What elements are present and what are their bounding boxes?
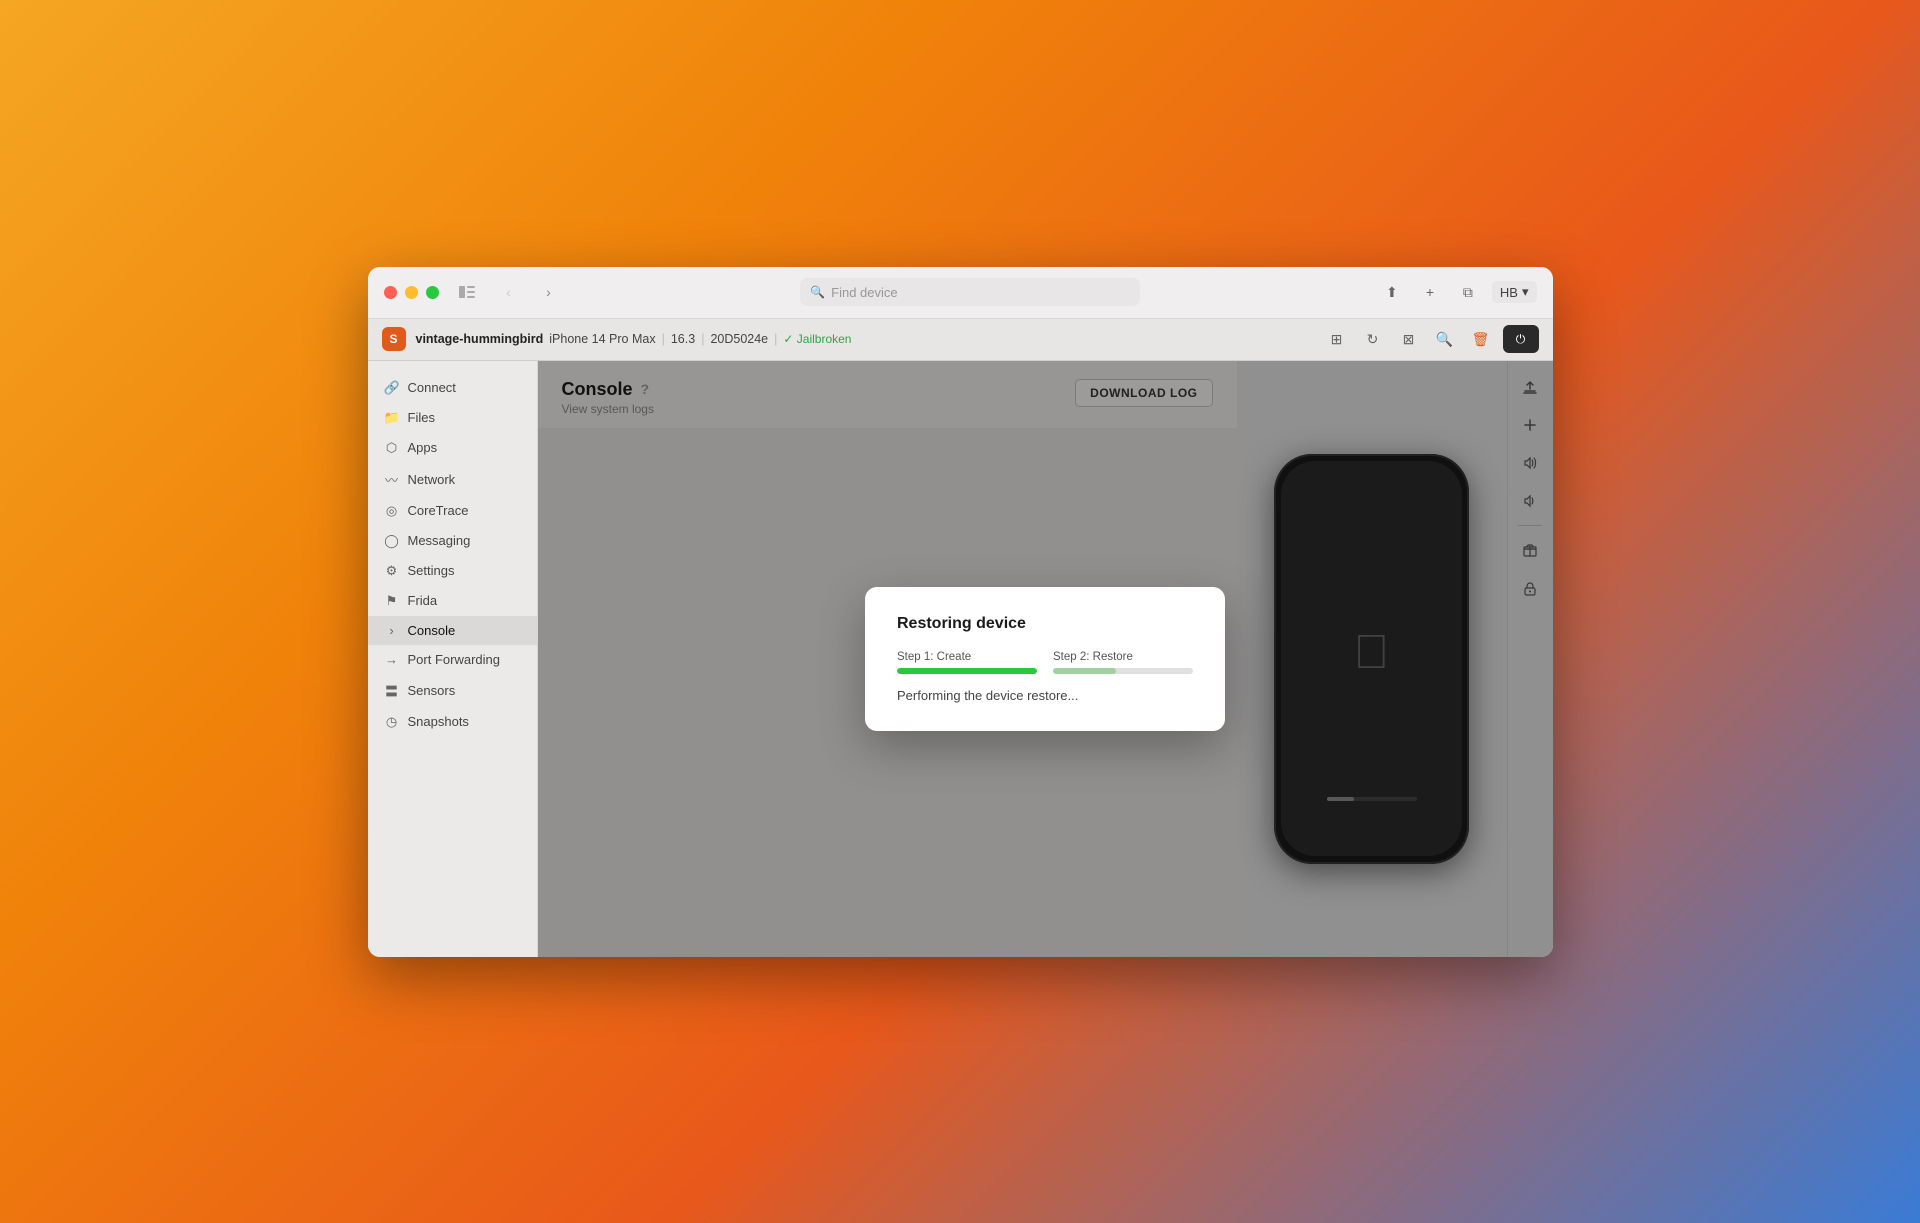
device-avatar: S (382, 327, 406, 351)
files-icon: 📁 (384, 410, 400, 426)
fullscreen-button[interactable] (426, 286, 439, 299)
modal-step-1: Step 1: Create (897, 651, 1037, 674)
step2-progress-fill (1053, 668, 1116, 674)
modal-steps: Step 1: Create Step 2: Restore (897, 651, 1193, 674)
forward-button[interactable]: › (535, 278, 563, 306)
modal-status-text: Performing the device restore... (897, 688, 1193, 703)
sidebar-item-label: Files (408, 410, 435, 425)
sidebar-item-label: Apps (408, 440, 438, 455)
messaging-icon: ◯ (384, 533, 400, 549)
device-model: iPhone 14 Pro Max (549, 332, 655, 346)
device-remove-button[interactable]: 🗑 (1467, 325, 1495, 353)
titlebar-actions: ⬆ + ⧉ HB ▾ (1378, 278, 1537, 306)
connect-icon: 🔗 (384, 380, 400, 396)
sidebar-item-frida[interactable]: ⚑ Frida (368, 586, 537, 616)
device-name: vintage-hummingbird (416, 332, 544, 346)
device-bar-actions: ⊞ ↻ ⊠ 🔍 🗑 ⏻ (1323, 325, 1539, 353)
sidebar: 🔗 Connect 📁 Files ⬡ Apps 〰 Network ◎ Cor… (368, 361, 538, 957)
sidebar-item-label: Network (408, 472, 456, 487)
device-delete-button[interactable]: ⊠ (1395, 325, 1423, 353)
share-button[interactable]: ⬆ (1378, 278, 1406, 306)
sidebar-item-console[interactable]: › Console (368, 616, 537, 645)
duplicate-button[interactable]: ⧉ (1454, 278, 1482, 306)
sidebar-item-label: Frida (408, 593, 438, 608)
snapshots-icon: ◷ (384, 714, 400, 730)
sidebar-item-connect[interactable]: 🔗 Connect (368, 373, 537, 403)
device-id: 20D5024e (710, 332, 768, 346)
close-button[interactable] (384, 286, 397, 299)
user-initials: HB (1500, 285, 1518, 300)
step2-progress-bar (1053, 668, 1193, 674)
device-info: vintage-hummingbird iPhone 14 Pro Max | … (416, 332, 852, 346)
sidebar-item-label: Messaging (408, 533, 471, 548)
titlebar: ‹ › 🔍 ⬆ + ⧉ HB ▾ (368, 267, 1553, 319)
sidebar-item-network[interactable]: 〰 Network (368, 463, 537, 496)
sidebar-item-settings[interactable]: ⚙ Settings (368, 556, 537, 586)
modal-overlay: Restoring device Step 1: Create Step 2: … (538, 361, 1553, 957)
sidebar-item-label: Port Forwarding (408, 652, 500, 667)
device-refresh-button[interactable]: ↻ (1359, 325, 1387, 353)
sidebar-item-messaging[interactable]: ◯ Messaging (368, 526, 537, 556)
search-bar: 🔍 (575, 278, 1366, 306)
sidebar-item-files[interactable]: 📁 Files (368, 403, 537, 433)
device-screenshot-button[interactable]: ⊞ (1323, 325, 1351, 353)
sidebar-item-snapshots[interactable]: ◷ Snapshots (368, 707, 537, 737)
modal-step-2: Step 2: Restore (1053, 651, 1193, 674)
search-input-wrap[interactable]: 🔍 (800, 278, 1140, 306)
search-icon: 🔍 (810, 285, 825, 299)
sidebar-item-label: Settings (408, 563, 455, 578)
network-icon: 〰 (384, 470, 400, 489)
step1-progress-bar (897, 668, 1037, 674)
device-os: 16.3 (671, 332, 695, 346)
port-forwarding-icon: → (384, 652, 400, 667)
sidebar-item-label: Snapshots (408, 714, 469, 729)
sidebar-item-label: Connect (408, 380, 456, 395)
add-tab-button[interactable]: + (1416, 278, 1444, 306)
user-menu[interactable]: HB ▾ (1492, 281, 1537, 303)
coretrace-icon: ◎ (384, 503, 400, 519)
step1-label: Step 1: Create (897, 651, 1037, 663)
sidebar-item-port-forwarding[interactable]: → Port Forwarding (368, 645, 537, 674)
minimize-button[interactable] (405, 286, 418, 299)
search-input[interactable] (831, 285, 1130, 300)
sidebar-item-label: Console (408, 623, 456, 638)
sidebar-item-coretrace[interactable]: ◎ CoreTrace (368, 496, 537, 526)
sensors-icon: 〓 (384, 681, 400, 700)
sidebar-item-label: CoreTrace (408, 503, 469, 518)
device-power-button[interactable]: ⏻ (1503, 325, 1539, 353)
restore-modal: Restoring device Step 1: Create Step 2: … (865, 587, 1225, 731)
apps-icon: ⬡ (384, 440, 400, 456)
console-icon: › (384, 623, 400, 638)
step1-progress-fill (897, 668, 1037, 674)
device-search-button[interactable]: 🔍 (1431, 325, 1459, 353)
jailbroken-badge: ✓ Jailbroken (783, 332, 851, 346)
back-button[interactable]: ‹ (495, 278, 523, 306)
content-area: Console ? View system logs DOWNLOAD LOG … (538, 361, 1553, 957)
sidebar-item-label: Sensors (408, 683, 456, 698)
device-bar: S vintage-hummingbird iPhone 14 Pro Max … (368, 319, 1553, 361)
app-window: ‹ › 🔍 ⬆ + ⧉ HB ▾ S vintage-hummingbird i… (368, 267, 1553, 957)
sidebar-item-sensors[interactable]: 〓 Sensors (368, 674, 537, 707)
frida-icon: ⚑ (384, 593, 400, 609)
step2-label: Step 2: Restore (1053, 651, 1193, 663)
user-chevron: ▾ (1522, 284, 1529, 300)
settings-icon: ⚙ (384, 563, 400, 579)
sidebar-item-apps[interactable]: ⬡ Apps (368, 433, 537, 463)
main-content: 🔗 Connect 📁 Files ⬡ Apps 〰 Network ◎ Cor… (368, 361, 1553, 957)
traffic-lights (384, 286, 439, 299)
modal-title: Restoring device (897, 615, 1193, 633)
sidebar-toggle-button[interactable] (451, 278, 483, 306)
